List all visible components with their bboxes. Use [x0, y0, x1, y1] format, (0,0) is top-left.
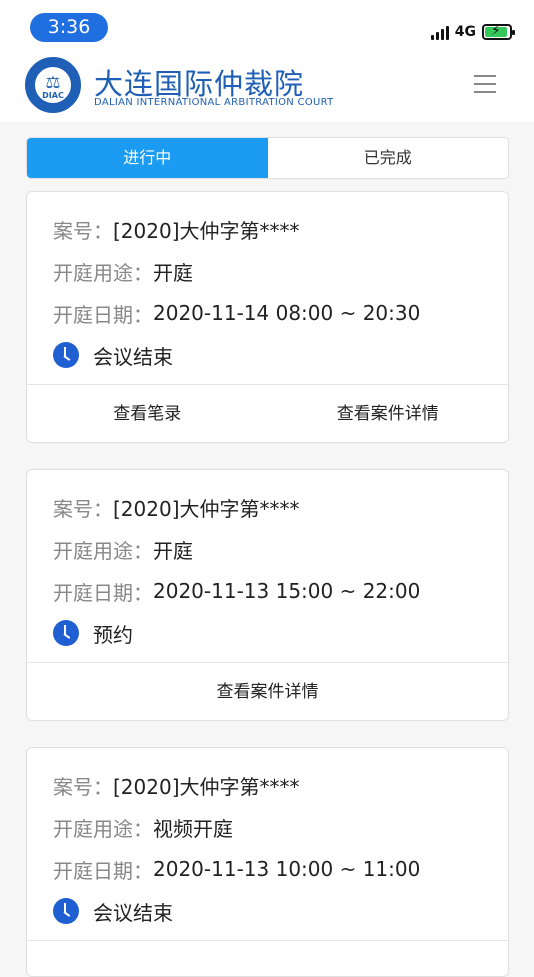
- status-row: 会议结束: [53, 890, 508, 932]
- status-tabs: 进行中 已完成: [26, 137, 509, 179]
- clock-icon: [53, 898, 79, 924]
- signal-icon: [430, 24, 449, 40]
- tab-in-progress[interactable]: 进行中: [27, 138, 268, 178]
- case-number-label: 案号：: [53, 496, 113, 521]
- date-label: 开庭日期：: [53, 302, 153, 327]
- case-number-value: [2020]大仲字第****: [113, 774, 300, 799]
- status-text: 会议结束: [93, 900, 173, 925]
- hamburger-menu-icon[interactable]: [474, 75, 496, 93]
- purpose-row: 开庭用途： 开庭: [53, 528, 508, 570]
- status-row: 会议结束: [53, 334, 508, 376]
- card-actions: 查看笔录 查看案件详情: [27, 384, 509, 442]
- status-text: 会议结束: [93, 344, 173, 369]
- purpose-label: 开庭用途：: [53, 260, 153, 285]
- card-actions: [27, 940, 508, 976]
- status-text: 预约: [93, 622, 133, 647]
- tab-completed[interactable]: 已完成: [268, 138, 509, 178]
- clock-icon: [53, 620, 79, 646]
- date-value: 2020-11-13 15:00 ~ 22:00: [153, 579, 421, 603]
- battery-icon: ⚡: [482, 23, 515, 40]
- view-case-details-button[interactable]: 查看案件详情: [27, 663, 508, 720]
- case-number-value: [2020]大仲字第****: [113, 496, 300, 521]
- view-case-details-button[interactable]: 查看案件详情: [268, 385, 509, 442]
- network-type: 4G: [454, 24, 476, 40]
- page-subtitle: DALIAN INTERNATIONAL ARBITRATION COURT: [94, 97, 334, 108]
- date-row: 开庭日期： 2020-11-14 08:00 ~ 20:30: [53, 292, 508, 334]
- card-actions: 查看案件详情: [27, 662, 508, 720]
- date-label: 开庭日期：: [53, 580, 153, 605]
- clock-icon: [53, 342, 79, 368]
- case-number-value: [2020]大仲字第****: [113, 218, 300, 243]
- case-number-label: 案号：: [53, 218, 113, 243]
- view-transcript-button[interactable]: 查看笔录: [27, 385, 268, 442]
- hearing-card: 案号： [2020]大仲字第**** 开庭用途： 视频开庭 开庭日期： 2020…: [26, 747, 509, 977]
- status-indicators: 4G ⚡: [430, 22, 515, 42]
- status-bar: 3:36 4G ⚡: [0, 0, 534, 50]
- date-label: 开庭日期：: [53, 858, 153, 883]
- purpose-row: 开庭用途： 开庭: [53, 250, 508, 292]
- date-row: 开庭日期： 2020-11-13 15:00 ~ 22:00: [53, 570, 508, 612]
- hearing-card: 案号： [2020]大仲字第**** 开庭用途： 开庭 开庭日期： 2020-1…: [26, 469, 509, 721]
- date-row: 开庭日期： 2020-11-13 10:00 ~ 11:00: [53, 848, 508, 890]
- date-value: 2020-11-13 10:00 ~ 11:00: [153, 857, 421, 881]
- purpose-value: 开庭: [153, 538, 193, 563]
- case-number-row: 案号： [2020]大仲字第****: [53, 764, 508, 806]
- purpose-label: 开庭用途：: [53, 538, 153, 563]
- app-header: ⚖ DIAC 大连国际仲裁院 DALIAN INTERNATIONAL ARBI…: [0, 50, 534, 122]
- purpose-value: 视频开庭: [153, 816, 233, 841]
- purpose-value: 开庭: [153, 260, 193, 285]
- case-number-row: 案号： [2020]大仲字第****: [53, 486, 508, 528]
- logo-icon: ⚖ DIAC: [25, 57, 81, 113]
- status-row: 预约: [53, 612, 508, 654]
- case-number-row: 案号： [2020]大仲字第****: [53, 208, 508, 250]
- logo-abbr: DIAC: [42, 91, 64, 100]
- purpose-label: 开庭用途：: [53, 816, 153, 841]
- status-time: 3:36: [30, 13, 108, 42]
- date-value: 2020-11-14 08:00 ~ 20:30: [153, 301, 421, 325]
- hearing-card: 案号： [2020]大仲字第**** 开庭用途： 开庭 开庭日期： 2020-1…: [26, 191, 509, 443]
- case-number-label: 案号：: [53, 774, 113, 799]
- purpose-row: 开庭用途： 视频开庭: [53, 806, 508, 848]
